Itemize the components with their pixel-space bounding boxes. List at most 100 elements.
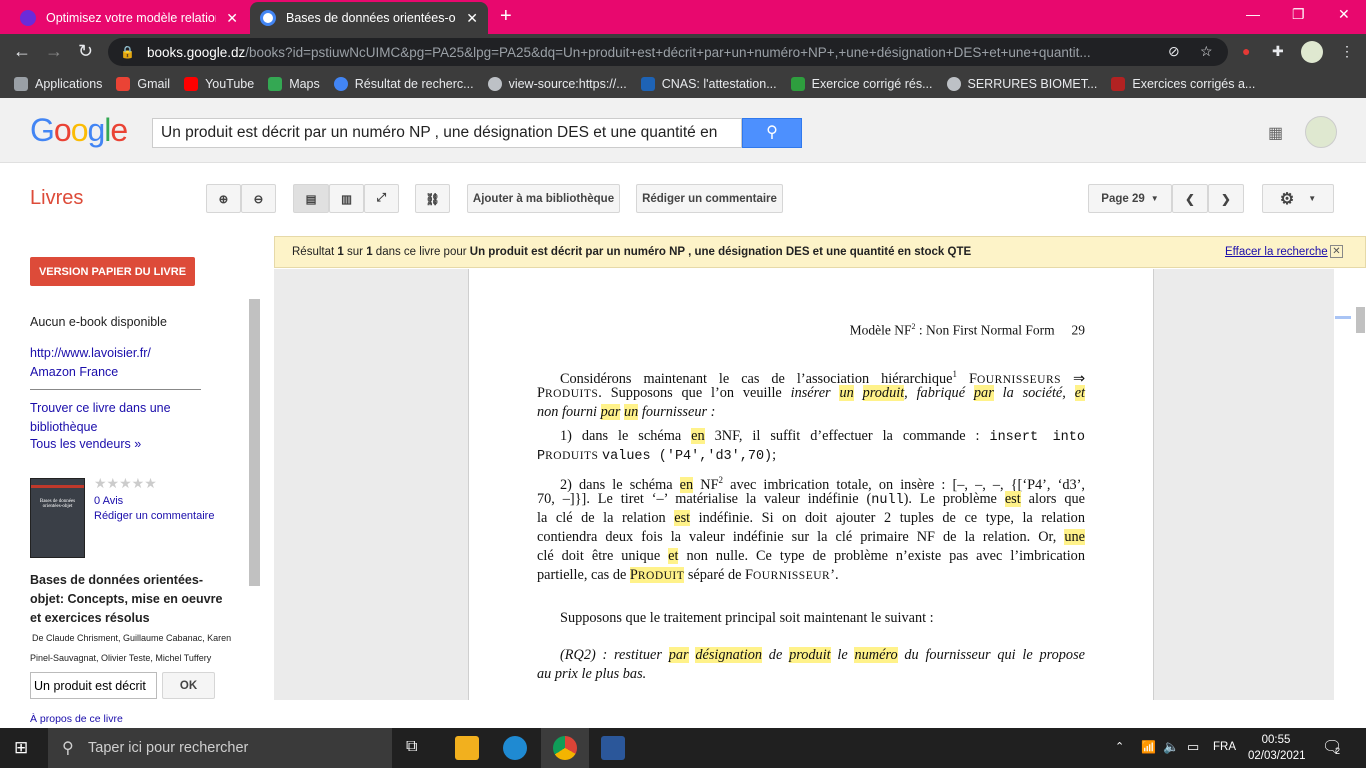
bookmark-view-source[interactable]: view-source:https://... <box>487 77 627 91</box>
bookmark-label: view-source:https://... <box>508 77 627 91</box>
previous-page-button[interactable]: ❮ <box>1172 184 1208 213</box>
eye-off-icon[interactable]: ⊘ <box>1168 43 1180 60</box>
page-number: 29 <box>1071 322 1086 338</box>
bookmark-label: Exercices corrigés a... <box>1132 77 1256 91</box>
windows-taskbar: ⊞ ⚲ Taper ici pour rechercher ⧉ ⌃ 📶 🔈 ▭ … <box>0 728 1366 768</box>
close-tab-icon[interactable]: ✕ <box>466 10 478 27</box>
bookmark-label: Résultat de recherc... <box>354 77 474 91</box>
word-icon[interactable] <box>601 736 625 760</box>
write-review-link[interactable]: Rédiger un commentaire <box>94 510 214 522</box>
taskbar-search-box[interactable]: ⚲ Taper ici pour rechercher <box>48 728 392 768</box>
bookmark-exercices-corriges[interactable]: Exercices corrigés a... <box>1111 77 1255 91</box>
bookmark-gmail[interactable]: Gmail <box>116 77 170 91</box>
google-logo[interactable]: Google <box>30 112 128 149</box>
puzzle-icon[interactable]: ✚ <box>1272 43 1284 60</box>
link-button[interactable]: ⛓ <box>415 184 450 213</box>
reviews-count-link[interactable]: 0 Avis <box>94 495 123 507</box>
find-library-link[interactable]: Trouver ce livre dans une bibliothèque <box>30 399 200 437</box>
account-avatar[interactable] <box>1305 116 1337 148</box>
tab-optimisez[interactable]: Optimisez votre modèle relationnel ✕ <box>10 2 248 34</box>
show-hidden-icons-icon[interactable]: ⌃ <box>1115 740 1124 753</box>
write-review-button[interactable]: Rédiger un commentaire <box>636 184 783 213</box>
in-book-search-input[interactable] <box>30 672 157 699</box>
page-line: la clé de la relation est indéfinie. Si … <box>537 510 1085 526</box>
bookmark-serrures[interactable]: SERRURES BIOMET... <box>946 77 1097 91</box>
page-indicator <box>1335 316 1351 319</box>
forward-icon[interactable]: → <box>45 41 63 62</box>
google-search-input[interactable]: Un produit est décrit par un numéro NP ,… <box>152 118 742 148</box>
volume-icon[interactable]: 🔈 <box>1163 739 1179 755</box>
search-icon: ⚲ <box>766 124 778 141</box>
next-page-button[interactable]: ❯ <box>1208 184 1244 213</box>
about-book-link[interactable]: À propos de ce livre <box>30 713 123 725</box>
cnas-icon <box>640 77 655 91</box>
new-tab-icon[interactable]: + <box>500 5 512 28</box>
restore-icon[interactable]: ❐ <box>1292 6 1305 23</box>
in-book-search-ok-button[interactable]: OK <box>162 672 215 699</box>
book-sidebar: VERSION PAPIER DU LIVRE Aucun e-book dis… <box>0 233 262 728</box>
banner-result-index: 1 <box>337 246 344 258</box>
link-icon: ⛓ <box>425 193 440 206</box>
all-sellers-link[interactable]: Tous les vendeurs » <box>30 437 141 451</box>
minimize-icon[interactable]: — <box>1246 6 1260 22</box>
bookmark-resultat[interactable]: Résultat de recherc... <box>333 77 474 91</box>
network-icon[interactable]: 📶 <box>1141 740 1156 754</box>
maps-pin-icon <box>268 77 283 91</box>
page-scrollbar-thumb[interactable] <box>1356 307 1365 333</box>
edge-icon[interactable] <box>503 736 527 760</box>
star-icon[interactable]: ☆ <box>1200 43 1213 60</box>
profile-avatar[interactable] <box>1301 41 1323 63</box>
fullscreen-button[interactable]: ⤢ <box>364 184 399 213</box>
amazon-link[interactable]: Amazon France <box>30 365 118 379</box>
settings-button[interactable]: ⚙ ▼ <box>1262 184 1334 213</box>
zoom-in-button[interactable]: ⊕ <box>206 184 241 213</box>
battery-icon[interactable]: ▭ <box>1187 739 1199 755</box>
address-bar[interactable]: 🔒 books.google.dz /books?id=pstiuwNcUIMC… <box>108 38 1228 66</box>
reload-icon[interactable]: ↻ <box>78 41 93 62</box>
apps-grid-icon <box>14 77 28 91</box>
chrome-icon[interactable] <box>553 736 577 760</box>
apps-grid-icon[interactable]: ▦ <box>1268 123 1283 143</box>
bookmark-applications[interactable]: Applications <box>14 77 102 91</box>
clock[interactable]: 00:55 02/03/2021 <box>1248 732 1306 764</box>
page-line: PRODUITS. Supposons que l’on veuille ins… <box>537 385 1086 401</box>
gmail-icon <box>116 77 131 91</box>
print-version-button[interactable]: VERSION PAPIER DU LIVRE <box>30 257 195 286</box>
close-tab-icon[interactable]: ✕ <box>226 10 238 27</box>
bookmark-cnas[interactable]: CNAS: l'attestation... <box>640 77 777 91</box>
bookmark-exercice-corrige[interactable]: Exercice corrigé rés... <box>790 77 933 91</box>
extension-red-icon[interactable]: ● <box>1242 43 1250 59</box>
task-view-icon[interactable]: ⧉ <box>406 738 417 756</box>
divider <box>30 389 201 390</box>
page-line: Supposons que le traitement principal so… <box>560 610 934 626</box>
bookmark-maps[interactable]: Maps <box>268 77 320 91</box>
book-viewer[interactable]: Modèle NF2 : Non First Normal Form 29 Co… <box>274 269 1334 700</box>
language-indicator[interactable]: FRA <box>1213 741 1236 753</box>
sidebar-scrollbar[interactable] <box>249 299 260 586</box>
zoom-in-icon: ⊕ <box>218 193 229 206</box>
close-window-icon[interactable]: ✕ <box>1338 6 1350 23</box>
page-select[interactable]: Page 29 ▼ <box>1088 184 1172 213</box>
back-icon[interactable]: ← <box>13 41 31 62</box>
two-page-button[interactable]: ▥ <box>329 184 364 213</box>
banner-sur: sur <box>347 246 363 258</box>
windows-start-icon[interactable]: ⊞ <box>14 738 28 758</box>
menu-dots-icon[interactable]: ⋮ <box>1340 43 1354 60</box>
tab-bases-de-donnees[interactable]: Bases de données orientées-objet ✕ <box>250 2 488 34</box>
book-cover[interactable]: Bases de données orientées-objet <box>30 478 85 558</box>
banner-result-total: 1 <box>366 246 373 258</box>
single-page-button[interactable]: ▤ <box>293 184 329 213</box>
livres-title[interactable]: Livres <box>30 187 83 210</box>
zoom-out-button[interactable]: ⊖ <box>241 184 276 213</box>
clear-search-link[interactable]: Effacer la recherche <box>1225 246 1328 258</box>
close-banner-icon[interactable]: ✕ <box>1330 245 1343 258</box>
file-explorer-icon[interactable] <box>455 736 479 760</box>
add-to-library-button[interactable]: Ajouter à ma bibliothèque <box>467 184 620 213</box>
chevron-left-icon: ❮ <box>1185 193 1195 206</box>
globe-icon <box>487 77 502 91</box>
bookmark-youtube[interactable]: YouTube <box>184 77 254 91</box>
google-search-button[interactable]: ⚲ <box>742 118 802 148</box>
google-header: Google Un produit est décrit par un numé… <box>0 98 1366 163</box>
lavoisier-link[interactable]: http://www.lavoisier.fr/ <box>30 346 151 360</box>
chevron-down-icon: ▼ <box>1150 194 1159 203</box>
